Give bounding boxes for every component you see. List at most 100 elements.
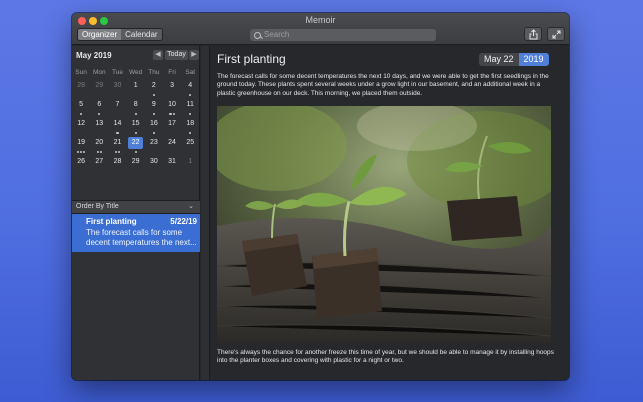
entry-dot — [169, 112, 172, 115]
calendar-day[interactable]: 31 — [163, 156, 181, 175]
sort-menu[interactable]: Order By Title ⌄ — [72, 200, 200, 214]
entry-indicator-dots — [90, 110, 108, 115]
calendar-week-row: 28 29 30 1 2 3 4 — [72, 80, 200, 99]
calendar-day[interactable]: 27 — [90, 156, 108, 175]
weekday-label: Sat — [185, 69, 196, 76]
entry-indicator-dots — [163, 148, 181, 152]
entry-indicator-dots — [145, 148, 163, 152]
calendar-day[interactable]: 14 — [108, 118, 126, 137]
date-badge-day: May 22 — [479, 53, 519, 66]
calendar-day[interactable]: 18 — [181, 118, 199, 137]
entry-dot — [152, 131, 155, 134]
calendar-day[interactable]: 4 — [181, 80, 199, 99]
today-button[interactable]: Today — [165, 50, 188, 60]
entry-dot — [117, 150, 121, 153]
entry-indicator-dots — [72, 110, 90, 115]
entry-dot — [189, 112, 192, 115]
calendar-day[interactable]: 19 — [72, 137, 90, 156]
entry-dot — [134, 150, 137, 153]
search-field[interactable] — [250, 29, 436, 41]
calendar-day[interactable]: 15 — [127, 118, 145, 137]
calendar-day[interactable]: 16 — [145, 118, 163, 137]
tab-calendar[interactable]: Calendar — [121, 29, 162, 40]
entry-paragraph[interactable]: There's always the chance for another fr… — [217, 349, 555, 366]
photo-illustration — [217, 106, 551, 343]
tab-organizer[interactable]: Organizer — [78, 29, 122, 40]
calendar-day[interactable]: 13 — [90, 118, 108, 137]
calendar-day[interactable]: 12 — [72, 118, 90, 137]
previous-month-button[interactable]: ◀ — [153, 50, 163, 60]
app-window: Memoir Organizer Calendar May 2019 ◀ Tod… — [72, 13, 569, 380]
calendar-day[interactable]: 28 — [108, 156, 126, 175]
calendar-day[interactable]: 7 — [108, 99, 126, 118]
entry-indicator-dots — [181, 110, 199, 115]
calendar-day[interactable]: 26 — [72, 156, 90, 175]
calendar-day[interactable]: 24 — [163, 137, 181, 156]
weekday-label: Thu — [148, 69, 160, 76]
seedlings-photo[interactable] — [217, 106, 551, 343]
fullscreen-button[interactable] — [547, 27, 565, 41]
entry-dot — [152, 93, 155, 96]
month-label: May 2019 — [76, 51, 112, 60]
calendar-day[interactable]: 6 — [90, 99, 108, 118]
calendar-day[interactable]: 17 — [163, 118, 181, 137]
entry-dot — [80, 112, 83, 115]
entry-indicator-dots — [163, 91, 181, 95]
split-divider[interactable] — [201, 46, 210, 380]
search-input[interactable] — [264, 29, 424, 41]
entry-indicator-dots — [108, 167, 126, 171]
entry-indicator-dots — [90, 167, 108, 171]
entry-indicator-dots — [108, 91, 126, 95]
calendar-day[interactable]: 3 — [163, 80, 181, 99]
entry-indicator-dots — [181, 148, 199, 152]
entry-indicator-dots — [127, 91, 145, 95]
date-badge[interactable]: May 22 2019 — [479, 53, 549, 66]
next-month-button[interactable]: ▶ — [189, 50, 199, 60]
calendar-day-selected[interactable]: 22 — [127, 137, 145, 156]
calendar-day[interactable]: 28 — [72, 80, 90, 99]
entry-indicator-dots — [163, 129, 181, 133]
calendar-day[interactable]: 30 — [145, 156, 163, 175]
calendar-day[interactable]: 23 — [145, 137, 163, 156]
entry-list-item[interactable]: First planting 5/22/19 The forecast call… — [72, 214, 200, 252]
entry-indicator-dots — [90, 148, 108, 153]
entry-indicator-dots — [145, 167, 163, 171]
entry-dot — [114, 150, 117, 153]
calendar-day[interactable]: 5 — [72, 99, 90, 118]
fullscreen-icon — [552, 30, 561, 39]
chevron-down-icon: ⌄ — [188, 203, 194, 210]
entry-indicator-dots — [127, 129, 145, 134]
entry-heading[interactable]: First planting — [217, 52, 286, 66]
calendar-day[interactable]: 1 — [127, 80, 145, 99]
calendar-day[interactable]: 20 — [90, 137, 108, 156]
calendar-day[interactable]: 21 — [108, 137, 126, 156]
entry-dot — [96, 150, 99, 153]
entry-dot — [189, 93, 192, 96]
entry-indicator-dots — [181, 129, 199, 134]
calendar-day[interactable]: 29 — [127, 156, 145, 175]
weekday-label: Fri — [168, 69, 176, 76]
view-switcher: Organizer Calendar — [77, 28, 163, 41]
calendar-day[interactable]: 11 — [181, 99, 199, 118]
calendar-day[interactable]: 8 — [127, 99, 145, 118]
weekday-label: Sun — [75, 69, 87, 76]
entry-indicator-dots — [181, 167, 199, 171]
entry-paragraph[interactable]: The forecast calls for some decent tempe… — [217, 73, 555, 98]
calendar-day[interactable]: 1 — [181, 156, 199, 175]
calendar-day[interactable]: 10 — [163, 99, 181, 118]
date-badge-year: 2019 — [518, 53, 549, 66]
entry-indicator-dots — [72, 148, 90, 153]
calendar-day[interactable]: 25 — [181, 137, 199, 156]
calendar-day[interactable]: 30 — [108, 80, 126, 99]
calendar-day[interactable]: 9 — [145, 99, 163, 118]
entry-dot — [172, 112, 175, 115]
entry-indicator-dots — [127, 110, 145, 115]
share-button[interactable] — [524, 27, 542, 41]
entry-dot — [80, 150, 83, 153]
calendar-week-row: 12 13 14 15 16 17 18 — [72, 118, 200, 137]
calendar-day[interactable]: 29 — [90, 80, 108, 99]
share-icon — [529, 29, 538, 40]
calendar-day[interactable]: 2 — [145, 80, 163, 99]
entry-dot — [134, 112, 137, 115]
entry-indicator-dots — [108, 148, 126, 153]
